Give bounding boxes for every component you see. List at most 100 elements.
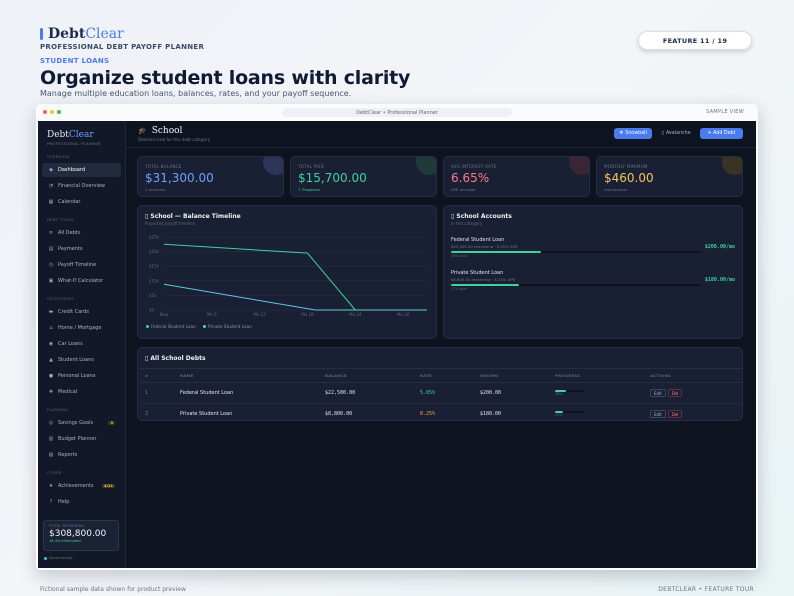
account-payment: $180.00/mo <box>704 277 735 283</box>
stat-label: TOTAL PAID <box>298 164 325 169</box>
saved-status: Saved locally <box>44 556 73 560</box>
legend-label: Federal Student Loan <box>151 324 196 329</box>
section-label: STUDENT LOANS <box>40 57 110 65</box>
account-progress-track <box>451 251 701 253</box>
delete-button[interactable]: Del <box>667 389 683 397</box>
sidebar-item-personal-loans[interactable]: ● Personal Loans <box>42 369 121 383</box>
column-header[interactable]: # <box>140 368 175 383</box>
account-item[interactable]: Private Student Loan $8,800.00 remaining … <box>451 270 735 291</box>
account-progress-fill <box>451 284 519 286</box>
delete-button[interactable]: Del <box>667 410 683 418</box>
minimize-dot-icon[interactable] <box>50 110 54 114</box>
medical-icon: ✚ <box>48 389 54 395</box>
window-chrome: DebtClear • Professional Planner SAMPLE … <box>36 104 758 120</box>
accounts-subtitle: In this category <box>451 221 483 226</box>
avalanche-label: Avalanche <box>665 131 691 136</box>
app-shell: DebtClear PROFESSIONAL PLANNER OVERVIEW ◆… <box>38 121 756 568</box>
y-tick-label: $5k <box>149 293 157 298</box>
decorative-circle <box>263 157 283 175</box>
sidebar-item-car-loans[interactable]: ◉ Car Loans <box>42 337 121 351</box>
debt-progress: 36% <box>550 382 645 404</box>
account-progress-track <box>451 284 701 286</box>
stat-card: TOTAL PAID $15,700.00 ↑ Progress! <box>290 156 437 197</box>
personal-loans-icon: ● <box>48 373 54 379</box>
sidebar-item-credit-cards[interactable]: ▬ Credit Cards <box>42 305 121 319</box>
sidebar-brand: DebtClear <box>47 130 94 140</box>
financial-overview-icon: ◔ <box>48 183 54 189</box>
sidebar-item-label: Credit Cards <box>58 309 89 315</box>
progress-percent: 27% <box>555 413 563 417</box>
sidebar-item-payoff-timeline[interactable]: ◷ Payoff Timeline <box>42 258 121 272</box>
account-name: Private Student Loan <box>451 270 504 276</box>
sidebar-item-achievements[interactable]: ★ Achievements 4/11 <box>42 479 121 493</box>
app-window: DebtClear • Professional Planner SAMPLE … <box>36 104 758 570</box>
reports-icon: ▧ <box>48 452 54 458</box>
sidebar-item-label: Budget Planner <box>58 436 97 442</box>
sidebar-group-label: DEBT TOOLS <box>47 218 74 222</box>
car-loans-icon: ◉ <box>48 341 54 347</box>
y-tick-label: $20k <box>149 249 160 254</box>
account-item[interactable]: Federal Student Loan $22,500.00 remaining… <box>451 237 735 258</box>
column-header[interactable]: NAME <box>175 368 320 383</box>
sidebar-item-payments[interactable]: ▤ Payments <box>42 242 121 256</box>
x-tick-label: Mo 24 <box>349 312 362 317</box>
y-tick-label: $15k <box>149 264 160 269</box>
count-badge: 4/11 <box>102 484 115 488</box>
page-title: 🎓 School <box>138 126 182 136</box>
sidebar-item-student-loans[interactable]: ▲ Student Loans <box>42 353 121 367</box>
sidebar-group-label: PLANNING <box>47 408 69 412</box>
debt-balance: $8,800.00 <box>320 403 415 420</box>
sidebar-item-what-if-calculator[interactable]: ▣ What-If Calculator <box>42 274 121 288</box>
sidebar-item-budget-planner[interactable]: ▥ Budget Planner <box>42 432 121 446</box>
snowball-button[interactable]: ❄ Snowball <box>614 128 652 139</box>
address-bar[interactable]: DebtClear • Professional Planner <box>282 108 512 117</box>
calendar-icon: ▦ <box>48 199 54 205</box>
footer-disclaimer: Fictional sample data shown for product … <box>40 586 186 593</box>
snowflake-icon: ❄ <box>619 131 624 136</box>
school-accounts-card: ▯ School Accounts In this category Feder… <box>443 205 743 339</box>
sidebar-item-reports[interactable]: ▧ Reports <box>42 448 121 462</box>
debt-rate: 8.25% <box>415 403 475 420</box>
row-number: 2 <box>140 403 175 420</box>
sidebar-group-label: OTHER <box>47 471 62 475</box>
footer-tour-label: DEBTCLEAR • FEATURE TOUR <box>658 586 754 593</box>
balance-timeline-chart: $0 $5k $10k $15k $20k $25k Now Mo 6 Mo 12 Mo 18 Mo… <box>146 235 427 329</box>
column-header[interactable]: BALANCE <box>320 368 415 383</box>
table-row[interactable]: 2 Private Student Loan $8,800.00 8.25% $180.… <box>140 403 742 420</box>
sidebar-item-label: What-If Calculator <box>58 278 104 284</box>
close-dot-icon[interactable] <box>43 110 47 114</box>
debt-actions: Edit Del <box>645 403 742 420</box>
sidebar-item-calendar[interactable]: ▦ Calendar <box>42 195 121 209</box>
legend-swatch <box>203 325 206 328</box>
stat-card: TOTAL BALANCE $31,300.00 2 accounts <box>137 156 284 197</box>
x-tick-label: Mo 12 <box>254 312 267 317</box>
edit-button[interactable]: Edit <box>650 389 666 397</box>
payments-icon: ▤ <box>48 246 54 252</box>
sidebar-item-all-debts[interactable]: ≡ All Debts <box>42 226 121 240</box>
column-header[interactable]: ACTIONS <box>645 368 742 383</box>
sidebar-item-medical[interactable]: ✚ Medical <box>42 385 121 399</box>
avalanche-button[interactable]: ▯ Avalanche <box>657 128 695 139</box>
sidebar-item-financial-overview[interactable]: ◔ Financial Overview <box>42 179 121 193</box>
sidebar-item-home-mortgage[interactable]: ⌂ Home / Mortgage <box>42 321 121 335</box>
sidebar-item-dashboard[interactable]: ◆ Dashboard <box>42 163 121 177</box>
sidebar-item-savings-goals[interactable]: ◎ Savings Goals 3 <box>42 416 121 430</box>
maximize-dot-icon[interactable] <box>57 110 61 114</box>
edit-button[interactable]: Edit <box>650 410 666 418</box>
column-header[interactable]: RATE <box>415 368 475 383</box>
stat-subtext: 2 accounts <box>145 187 166 192</box>
sidebar-item-label: Payoff Timeline <box>58 262 97 268</box>
sidebar-item-help[interactable]: ? Help <box>42 495 121 509</box>
y-tick-label: $25k <box>149 235 160 240</box>
feature-counter-pill: FEATURE 11 / 19 <box>638 31 752 50</box>
row-number: 1 <box>140 382 175 404</box>
add-debt-button[interactable]: + Add Debt <box>700 128 743 139</box>
stat-label: MONTHLY MINIMUM <box>604 164 648 169</box>
decorative-circle <box>416 157 436 175</box>
student-loans-icon: ▲ <box>49 357 53 363</box>
column-header[interactable]: MIN/MO <box>475 368 550 383</box>
column-header[interactable]: PROGRESS <box>550 368 645 383</box>
sidebar-item-label: All Debts <box>58 230 81 236</box>
table-row[interactable]: 1 Federal Student Loan $22,500.00 5.05% $200… <box>140 382 742 404</box>
sidebar-item-label: Help <box>58 499 70 505</box>
